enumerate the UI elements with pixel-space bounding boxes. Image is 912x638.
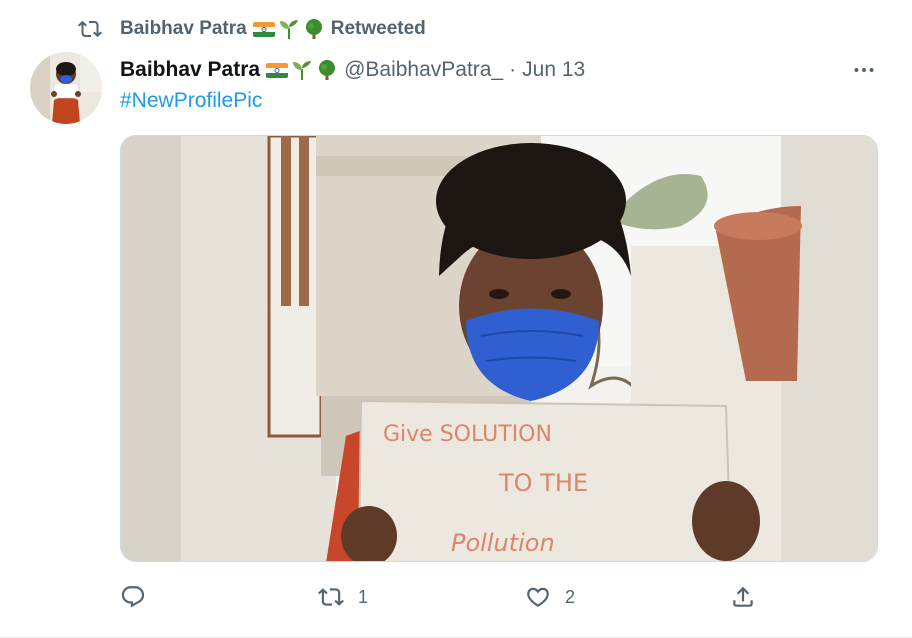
- more-options-button[interactable]: [846, 56, 882, 84]
- reply-icon: [121, 586, 145, 608]
- india-flag-icon: [266, 62, 289, 78]
- sign-line-3: Pollution: [451, 529, 555, 557]
- tweet-actions: 1 2: [120, 580, 760, 614]
- tweet-date[interactable]: Jun 13: [522, 58, 585, 82]
- retweet-icon: [78, 20, 102, 38]
- india-flag-icon: [252, 21, 275, 37]
- like-button[interactable]: 2: [525, 580, 575, 614]
- retweeter-name[interactable]: Baibhav Patra: [120, 18, 247, 40]
- retweet-icon: [318, 588, 344, 606]
- more-icon: [854, 68, 874, 72]
- share-icon: [733, 586, 753, 607]
- seedling-icon: [293, 61, 312, 80]
- separator-dot: ·: [509, 58, 517, 81]
- heart-icon: [527, 587, 549, 607]
- author-name[interactable]: Baibhav Patra: [120, 58, 260, 82]
- tree-icon: [319, 60, 336, 80]
- avatar-image: [30, 52, 102, 124]
- share-button[interactable]: [730, 580, 756, 614]
- tree-icon: [305, 19, 322, 39]
- sign-line-1: Give SOLUTION: [383, 422, 552, 447]
- tweet-header: Baibhav Patra @BaibhavPatra_ · Jun 13: [120, 56, 585, 84]
- tweet-card[interactable]: Baibhav Patra Retweeted Baibhav Patra @B…: [0, 0, 912, 638]
- photo-image: Give SOLUTION TO THE Pollution: [121, 136, 877, 561]
- avatar[interactable]: [30, 52, 102, 124]
- tweet-text: #NewProfilePic: [120, 89, 262, 113]
- retweet-count: 1: [358, 586, 369, 607]
- retweet-context: Baibhav Patra Retweeted: [78, 16, 426, 42]
- author-emojis: [266, 59, 338, 81]
- like-count: 2: [565, 586, 576, 607]
- reply-button[interactable]: [120, 580, 160, 614]
- tweet-photo[interactable]: Give SOLUTION TO THE Pollution: [120, 135, 878, 562]
- retweeted-label: Retweeted: [330, 18, 426, 39]
- author-handle[interactable]: @BaibhavPatra_: [344, 58, 503, 82]
- hashtag-link[interactable]: #NewProfilePic: [120, 89, 262, 112]
- sign-line-2: TO THE: [498, 469, 588, 497]
- retweeter-emojis: [252, 18, 325, 40]
- seedling-icon: [279, 20, 298, 39]
- retweet-button[interactable]: 1: [318, 580, 368, 614]
